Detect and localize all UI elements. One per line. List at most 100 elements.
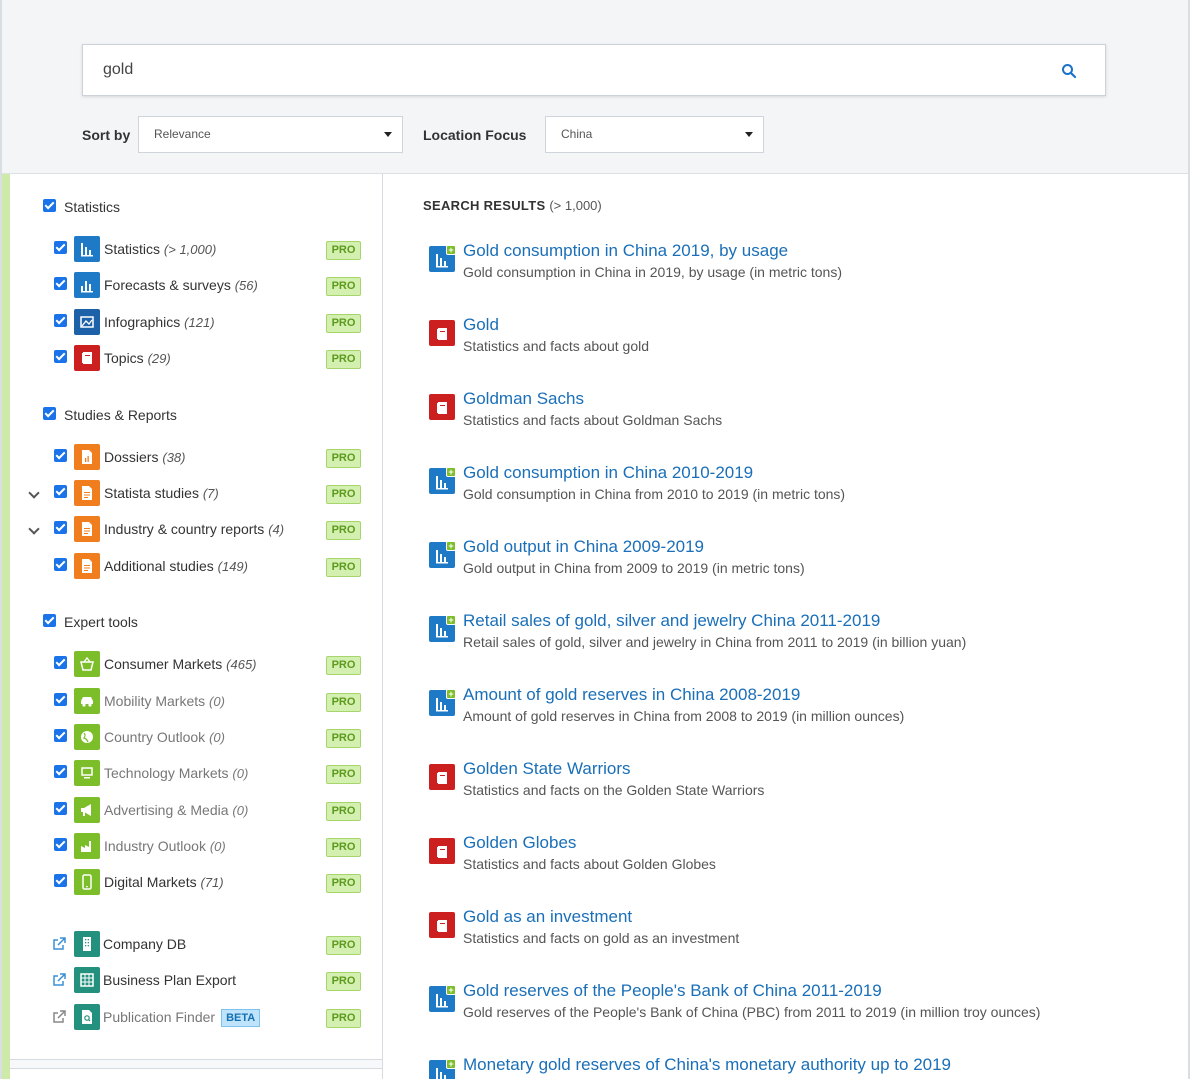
result-description: Gold consumption in China in 2019, by us… [463, 264, 842, 280]
plus-icon: + [446, 467, 456, 477]
filter-sidebar: Statistics Statistics (> 1,000) PRO Fore… [2, 174, 383, 1079]
filter-label: Topics (29) [104, 350, 171, 366]
filter-label: Industry Outlook (0) [104, 838, 226, 854]
megaphone-icon [74, 797, 100, 823]
checkbox[interactable] [54, 693, 67, 706]
filter-industry-outlook[interactable]: Industry Outlook (0) PRO [2, 833, 382, 861]
checkbox[interactable] [54, 765, 67, 778]
result-title-link[interactable]: Gold output in China 2009-2019 [463, 537, 704, 557]
checkbox[interactable] [54, 729, 67, 742]
result-item[interactable]: + Gold reserves of the People's Bank of C… [429, 981, 1169, 1036]
result-item[interactable]: + Gold consumption in China 2019, by usag… [429, 241, 1169, 296]
result-item[interactable]: + Amount of gold reserves in China 2008-2… [429, 685, 1169, 740]
plus-icon: + [446, 985, 456, 995]
chevron-down-icon[interactable] [28, 487, 40, 499]
checkbox[interactable] [54, 449, 67, 462]
filter-statista-studies[interactable]: Statista studies (7) PRO [2, 480, 382, 508]
result-description: Statistics and facts on gold as an inves… [463, 930, 740, 946]
filter-dossiers[interactable]: Dossiers (38) PRO [2, 444, 382, 472]
filter-label: Forecasts & surveys (56) [104, 277, 258, 293]
pro-badge: PRO [326, 449, 361, 468]
result-item[interactable]: Gold Statistics and facts about gold [429, 315, 1169, 370]
pro-badge: PRO [326, 802, 361, 821]
result-title-link[interactable]: Gold consumption in China 2019, by usage [463, 241, 788, 261]
search-icon[interactable] [1061, 63, 1077, 79]
result-title-link[interactable]: Goldman Sachs [463, 389, 584, 409]
result-title-link[interactable]: Gold [463, 315, 499, 335]
building-icon [74, 931, 100, 957]
topic-icon [429, 764, 455, 790]
result-item[interactable]: Golden State Warriors Statistics and fact… [429, 759, 1169, 814]
result-title-link[interactable]: Amount of gold reserves in China 2008-20… [463, 685, 800, 705]
checkbox[interactable] [54, 558, 67, 571]
result-item[interactable]: + Gold output in China 2009-2019 Gold outp… [429, 537, 1169, 592]
sort-select[interactable]: Relevance [138, 116, 403, 153]
filter-digital-markets[interactable]: Digital Markets (71) PRO [2, 869, 382, 897]
result-title-link[interactable]: Golden State Warriors [463, 759, 631, 779]
filter-label: Advertising & Media (0) [104, 802, 249, 818]
device-icon [74, 760, 100, 786]
result-title-link[interactable]: Gold consumption in China 2010-2019 [463, 463, 753, 483]
filter-statistics[interactable]: Statistics (> 1,000) PRO [2, 236, 382, 264]
result-item[interactable]: + Retail sales of gold, silver and jewelr… [429, 611, 1169, 666]
pro-badge: PRO [326, 350, 361, 369]
result-item[interactable]: Golden Globes Statistics and facts about … [429, 833, 1169, 888]
checkbox[interactable] [54, 802, 67, 815]
filter-topics[interactable]: Topics (29) PRO [2, 345, 382, 373]
group-checkbox-expert-tools[interactable] [43, 614, 56, 627]
checkbox[interactable] [54, 350, 67, 363]
result-title-link[interactable]: Gold as an investment [463, 907, 632, 927]
group-checkbox-statistics[interactable] [43, 199, 56, 212]
search-query[interactable]: gold [103, 61, 133, 79]
result-title-link[interactable]: Gold reserves of the People's Bank of Ch… [463, 981, 882, 1001]
checkbox[interactable] [54, 277, 67, 290]
group-title-statistics: Statistics [64, 199, 121, 215]
filter-forecasts[interactable]: Forecasts & surveys (56) PRO [2, 272, 382, 300]
checkbox[interactable] [54, 656, 67, 669]
filter-additional-studies[interactable]: Additional studies (149) PRO [2, 553, 382, 581]
statistic-icon: + [429, 541, 456, 568]
external-link-icon [53, 1010, 66, 1023]
result-title-link[interactable]: Golden Globes [463, 833, 576, 853]
checkbox[interactable] [54, 241, 67, 254]
result-item[interactable]: Gold as an investment Statistics and fact… [429, 907, 1169, 962]
search-input[interactable]: gold [82, 44, 1106, 96]
document-chart-icon [74, 444, 100, 470]
statistic-icon: + [429, 689, 456, 716]
result-item[interactable]: Goldman Sachs Statistics and facts about … [429, 389, 1169, 444]
link-publication-finder[interactable]: Publication Finder BETA PRO [2, 1004, 382, 1032]
chevron-down-icon[interactable] [28, 523, 40, 535]
filter-country-outlook[interactable]: Country Outlook (0) PRO [2, 724, 382, 752]
car-icon [74, 688, 100, 714]
filter-infographics[interactable]: Infographics (121) PRO [2, 309, 382, 337]
statistic-icon: + [429, 467, 456, 494]
filter-technology-markets[interactable]: Technology Markets (0) PRO [2, 760, 382, 788]
location-select[interactable]: China [545, 116, 764, 153]
link-label: Business Plan Export [103, 972, 237, 988]
filter-industry-reports[interactable]: Industry & country reports (4) PRO [2, 516, 382, 544]
checkbox[interactable] [54, 874, 67, 887]
filter-mobility-markets[interactable]: Mobility Markets (0) PRO [2, 688, 382, 716]
group-checkbox-studies[interactable] [43, 407, 56, 420]
result-title-link[interactable]: Monetary gold reserves of China's moneta… [463, 1055, 951, 1075]
results-header: SEARCH RESULTS (> 1,000) [423, 198, 602, 213]
filter-label: Mobility Markets (0) [104, 693, 225, 709]
checkbox[interactable] [54, 521, 67, 534]
filter-consumer-markets[interactable]: Consumer Markets (465) PRO [2, 651, 382, 679]
link-label: Company DB [103, 936, 187, 952]
sidebar-footer-divider [10, 1059, 382, 1069]
basket-icon [74, 651, 100, 677]
checkbox[interactable] [54, 485, 67, 498]
link-business-plan-export[interactable]: Business Plan Export PRO [2, 967, 382, 995]
link-company-db[interactable]: Company DB PRO [2, 931, 382, 959]
checkbox[interactable] [54, 314, 67, 327]
search-results: SEARCH RESULTS (> 1,000) + Gold consumpti… [423, 174, 1183, 1079]
result-title-link[interactable]: Retail sales of gold, silver and jewelry… [463, 611, 880, 631]
filter-label: Additional studies (149) [104, 558, 248, 574]
checkbox[interactable] [54, 838, 67, 851]
filter-advertising-media[interactable]: Advertising & Media (0) PRO [2, 797, 382, 825]
result-item[interactable]: + Gold consumption in China 2010-2019 Gold… [429, 463, 1169, 518]
result-item[interactable]: + Monetary gold reserves of China's monet… [429, 1055, 1169, 1079]
table-grid-icon [74, 967, 100, 993]
pro-badge: PRO [326, 241, 361, 260]
